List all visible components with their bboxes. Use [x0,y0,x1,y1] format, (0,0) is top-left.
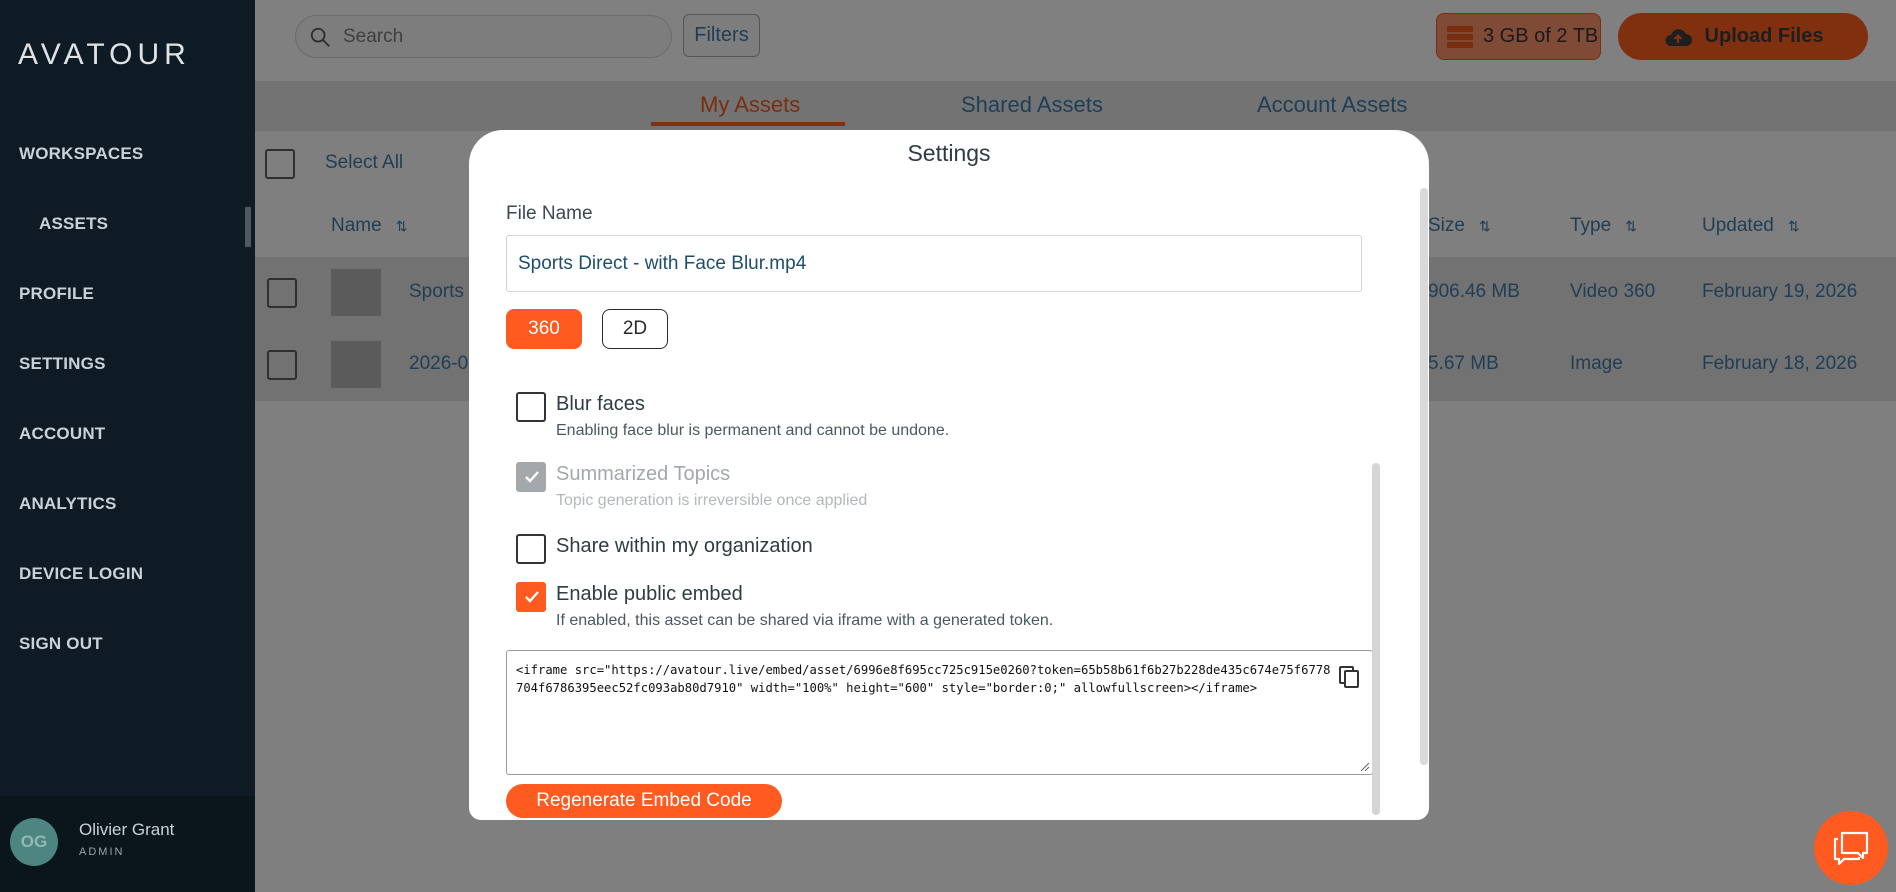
row-type: Video 360 [1570,281,1656,302]
chat-button[interactable] [1814,811,1888,885]
blur-faces-label[interactable]: Blur faces [556,393,645,416]
row-name[interactable]: Sports [409,281,464,303]
user-bar[interactable]: OG Olivier Grant ADMIN [0,796,255,892]
storage-indicator[interactable]: 3 GB of 2 TB [1436,13,1601,60]
sort-icon[interactable]: ⇅ [1479,218,1491,235]
search-icon [310,27,330,47]
tab-account-assets[interactable]: Account Assets [1257,92,1407,118]
sort-icon[interactable]: ⇅ [396,218,408,235]
row-name[interactable]: 2026-0 [409,353,468,375]
avatour-logo[interactable]: AVATOUR [18,38,191,72]
column-header-updated[interactable]: Updated ⇅ [1702,215,1800,237]
avatar[interactable]: OG [10,818,58,866]
storage-text: 3 GB of 2 TB [1483,25,1599,47]
regenerate-embed-button[interactable]: Regenerate Embed Code [506,784,782,818]
row-checkbox[interactable] [267,278,297,308]
tab-my-assets[interactable]: My Assets [700,92,800,118]
row-updated: February 19, 2026 [1702,281,1858,302]
summarized-topics-checkbox [516,462,546,492]
cloud-upload-icon [1665,28,1692,46]
nav-assets[interactable]: ASSETS [39,214,108,234]
embed-code-text[interactable]: <iframe src="https://avatour.live/embed/… [516,661,1336,697]
row-type: Image [1570,353,1623,374]
row-updated: February 18, 2026 [1702,353,1858,374]
section-scrollbar[interactable] [1372,463,1380,815]
select-all-label[interactable]: Select All [325,152,403,174]
mode-2d-button[interactable]: 2D [602,309,668,349]
nav-device-login[interactable]: DEVICE LOGIN [19,564,143,584]
sort-icon[interactable]: ⇅ [1788,218,1800,235]
summarized-topics-description: Topic generation is irreversible once ap… [556,492,868,509]
summarized-topics-label: Summarized Topics [556,463,731,485]
user-role: ADMIN [79,846,125,858]
column-header-name[interactable]: Name ⇅ [331,215,407,237]
row-size: 906.46 MB [1428,281,1520,302]
search-box[interactable] [295,15,672,58]
file-name-label: File Name [506,203,593,224]
column-header-size[interactable]: Size ⇅ [1428,215,1491,237]
blur-faces-checkbox[interactable] [516,392,546,422]
select-all-checkbox[interactable] [265,149,295,179]
column-header-type[interactable]: Type ⇅ [1570,215,1637,237]
nav-active-indicator [245,207,251,247]
share-organization-checkbox[interactable] [516,534,546,564]
nav-account[interactable]: ACCOUNT [19,424,105,444]
nav-analytics[interactable]: ANALYTICS [19,494,117,514]
mode-360-button[interactable]: 360 [506,309,582,349]
resize-grip-icon[interactable] [1360,762,1370,772]
user-name: Olivier Grant [79,820,175,839]
search-input[interactable] [343,24,643,50]
filters-button[interactable]: Filters [683,14,760,57]
upload-files-button[interactable]: Upload Files [1618,13,1868,60]
asset-thumbnail[interactable] [331,341,381,388]
sidebar: AVATOUR WORKSPACES ASSETS PROFILE SETTIN… [0,0,255,892]
top-bar: Filters 3 GB of 2 TB Upload Files [255,0,1896,81]
chat-icon [1833,831,1869,866]
enable-embed-description: If enabled, this asset can be shared via… [556,612,1054,629]
asset-thumbnail[interactable] [331,269,381,316]
upload-label: Upload Files [1704,25,1824,47]
nav-sign-out[interactable]: SIGN OUT [19,634,103,654]
file-name-input[interactable] [506,235,1362,292]
row-checkbox[interactable] [267,350,297,380]
nav-profile[interactable]: PROFILE [19,284,94,304]
embed-code-textarea[interactable]: <iframe src="https://avatour.live/embed/… [506,650,1373,775]
settings-modal: Settings File Name 360 2D Blur faces Ena… [469,130,1429,820]
modal-title: Settings [907,140,991,166]
share-organization-label[interactable]: Share within my organization [556,535,813,558]
nav-settings[interactable]: SETTINGS [19,354,106,374]
copy-icon[interactable] [1338,665,1360,689]
tab-active-underline [651,122,845,126]
storage-icon [1447,25,1473,48]
row-size: 5.67 MB [1428,353,1499,374]
modal-scrollbar[interactable] [1420,188,1428,765]
nav-workspaces[interactable]: WORKSPACES [19,144,143,164]
asset-tabs: My Assets Shared Assets Account Assets [255,81,1896,131]
enable-embed-label[interactable]: Enable public embed [556,583,743,606]
blur-faces-description: Enabling face blur is permanent and cann… [556,422,950,439]
sort-icon[interactable]: ⇅ [1625,218,1637,235]
check-icon [525,591,539,603]
check-icon [525,471,539,483]
enable-embed-checkbox[interactable] [516,582,546,612]
tab-shared-assets[interactable]: Shared Assets [961,92,1103,118]
